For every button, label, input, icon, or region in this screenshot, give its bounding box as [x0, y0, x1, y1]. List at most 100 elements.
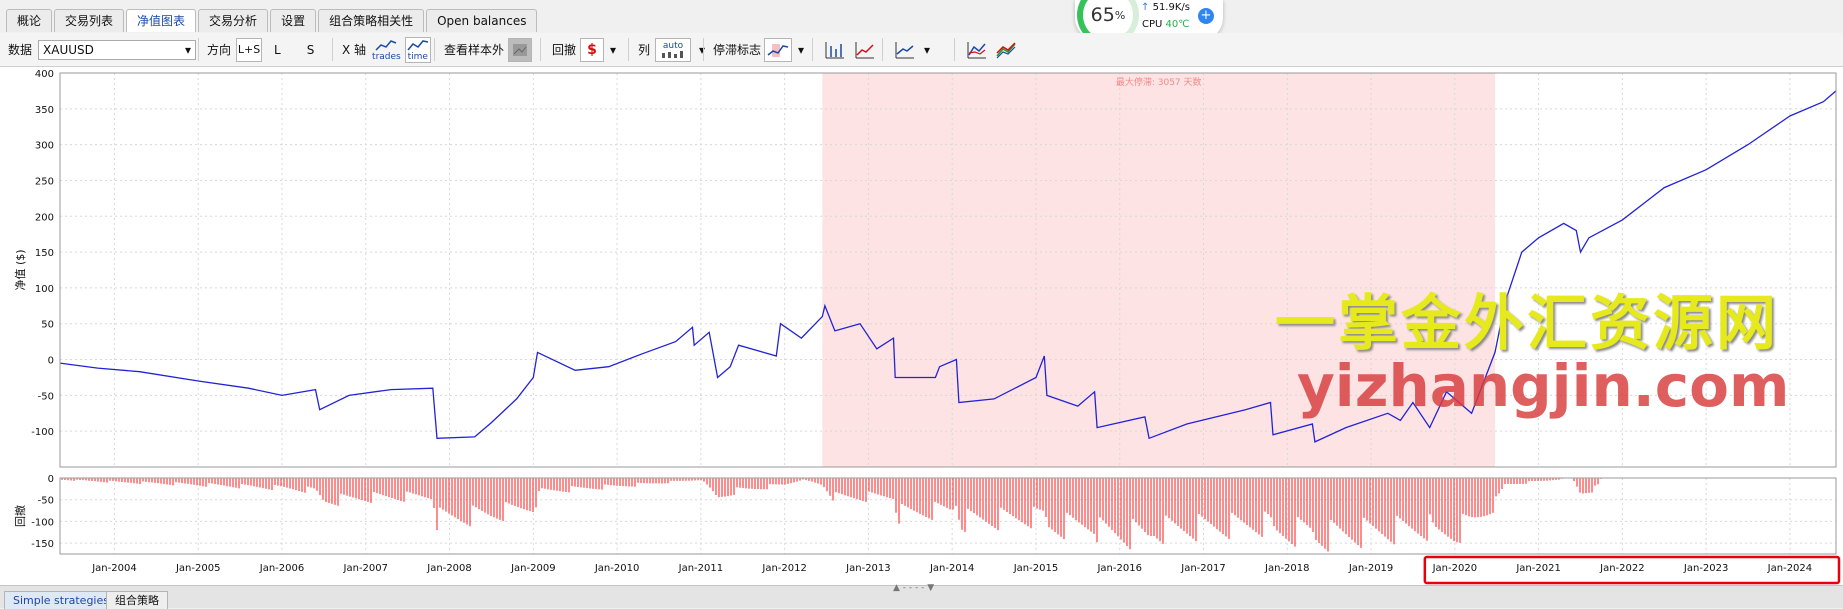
cpu-percent: 65	[1090, 4, 1115, 26]
chevron-down-icon[interactable]: ▾	[798, 43, 804, 57]
equity-chart-panel: 最大停滞: 3057 天数 Jan-2004 Jan-2005 Jan-2006 Jan…	[0, 67, 1843, 585]
bar-chart-icon	[662, 51, 684, 58]
direction-group: 方向 L+S L S	[207, 33, 314, 66]
x-tick-label: Jan-2019	[1348, 563, 1393, 574]
y-tick-label: -100	[31, 517, 54, 528]
x-tick-label: Jan-2006	[259, 563, 304, 574]
columns-auto-label: auto	[662, 41, 684, 51]
stagnation-group: 停滞标志 ▾	[713, 33, 804, 66]
chevron-down-icon[interactable]: ▾	[924, 43, 930, 57]
x-tick-label: Jan-2007	[343, 563, 388, 574]
xaxis-label: X 轴	[342, 43, 367, 57]
net-speed-row: ↑ 51.9K/s	[1141, 2, 1190, 13]
xaxis-trades-button[interactable]: trades	[372, 38, 401, 62]
toolbar-divider	[954, 38, 955, 61]
line-chart-icon	[375, 39, 397, 51]
y-tick-label: 0	[48, 356, 54, 367]
oos-label: 查看样本外	[444, 43, 505, 57]
y-tick-label: -50	[38, 391, 54, 402]
y-tick-label: 150	[35, 248, 54, 259]
y-tick-label: 0	[48, 474, 54, 485]
toolbar-divider	[703, 38, 704, 61]
x-tick-label: Jan-2015	[1013, 563, 1058, 574]
x-tick-label: Jan-2021	[1515, 563, 1560, 574]
toolbar-divider	[332, 38, 333, 61]
y-tick-label: 250	[35, 176, 54, 187]
multi-series-icon[interactable]	[994, 39, 1018, 61]
stagnation-select[interactable]	[764, 37, 793, 62]
tab-simple-strategies[interactable]: Simple strategies	[4, 591, 118, 609]
toolbar-divider	[628, 38, 629, 61]
tab-trade-analysis[interactable]: 交易分析	[198, 9, 269, 32]
bottom-tab-bar: Simple strategies 组合策略 ▲ - - - - ▼	[0, 583, 1843, 609]
x-tick-label: Jan-2023	[1683, 563, 1728, 574]
splitter-handle[interactable]: ▲ - - - - ▼	[893, 583, 934, 593]
toolbar-divider	[812, 38, 813, 61]
plus-icon[interactable]: +	[1198, 8, 1214, 24]
toolbar-divider	[540, 38, 541, 61]
dollar-icon: $	[587, 41, 597, 58]
y-tick-label: 100	[35, 284, 54, 295]
tab-overview[interactable]: 概论	[6, 9, 53, 32]
drawdown-label: 回撤	[552, 43, 577, 57]
direction-label: 方向	[207, 43, 232, 57]
columns-group: 列 auto ▾	[638, 33, 705, 66]
drawdown-select[interactable]: $	[580, 37, 605, 62]
tab-trade-list[interactable]: 交易列表	[54, 9, 125, 32]
equity-line-icon[interactable]	[852, 39, 876, 61]
compare-group	[964, 33, 1018, 66]
x-tick-label: Jan-2014	[929, 563, 974, 574]
view-tabs: 概论 交易列表 净值图表 交易分析 设置 组合策略相关性 Open balanc…	[0, 0, 1843, 32]
tab-equity-chart[interactable]: 净值图表	[126, 9, 197, 32]
chevron-down-icon[interactable]: ▾	[610, 43, 616, 57]
stagnation-label: 最大停滞: 3057 天数	[1116, 76, 1202, 88]
net-speed: 51.9K/s	[1152, 2, 1190, 13]
y-tick-label: -150	[31, 539, 54, 550]
x-tick-label: Jan-2017	[1180, 563, 1225, 574]
columns-select[interactable]: auto	[655, 37, 692, 62]
watermark-domain: yizhangjin.com	[1297, 352, 1790, 420]
tab-settings[interactable]: 设置	[270, 9, 317, 32]
xaxis-time-label: time	[407, 51, 428, 62]
line-chart-icon	[407, 39, 428, 50]
x-tick-label: Jan-2020	[1432, 563, 1477, 574]
x-tick-label: Jan-2009	[510, 563, 555, 574]
oos-toggle[interactable]	[508, 37, 533, 62]
x-tick-label: Jan-2022	[1599, 563, 1644, 574]
symbol-value: XAUUSD	[43, 42, 94, 57]
y-tick-label: 350	[35, 105, 54, 116]
toolbar-divider	[882, 38, 883, 61]
image-icon	[513, 43, 528, 56]
x-tick-label: Jan-2013	[845, 563, 890, 574]
tab-portfolio-correlation[interactable]: 组合策略相关性	[318, 9, 425, 32]
x-tick-label: Jan-2005	[175, 563, 220, 574]
equity-bars-icon[interactable]	[822, 39, 846, 61]
x-tick-label: Jan-2024	[1767, 563, 1812, 574]
x-tick-label: Jan-2011	[678, 563, 723, 574]
tab-open-balances[interactable]: Open balances	[426, 9, 538, 32]
oos-group: 查看样本外	[444, 33, 533, 66]
upload-arrow-icon: ↑	[1141, 2, 1150, 13]
x-tick-label: Jan-2010	[594, 563, 639, 574]
chart-toolbar: 数据 XAUUSD ▾ 方向 L+S L S X 轴 trades time 查…	[0, 33, 1843, 67]
tab-portfolio-strategies[interactable]: 组合策略	[106, 591, 168, 609]
x-tick-label: Jan-2018	[1264, 563, 1309, 574]
cpu-label: CPU	[1142, 19, 1163, 30]
data-label: 数据	[8, 43, 33, 57]
symbol-select[interactable]: XAUUSD ▾	[38, 39, 197, 60]
watermark-chinese: 一掌金外汇资源网	[1275, 289, 1779, 359]
line-chart-icon[interactable]	[892, 39, 916, 61]
direction-short-button[interactable]: S	[307, 43, 315, 57]
direction-long-button[interactable]: L	[274, 43, 281, 57]
compare-line-icon[interactable]	[964, 39, 988, 61]
percent-sign: %	[1114, 8, 1126, 22]
direction-both-button[interactable]: L+S	[236, 37, 263, 62]
drawdown-group: 回撤 $ ▾	[552, 33, 616, 66]
cpu-temp: 40℃	[1165, 19, 1190, 30]
chevron-down-icon: ▾	[184, 42, 192, 57]
y-tick-label: 400	[35, 69, 54, 80]
y-tick-label: -100	[31, 427, 54, 438]
x-tick-label: Jan-2012	[761, 563, 806, 574]
x-tick-label: Jan-2004	[91, 563, 136, 574]
xaxis-time-button[interactable]: time	[404, 36, 431, 63]
